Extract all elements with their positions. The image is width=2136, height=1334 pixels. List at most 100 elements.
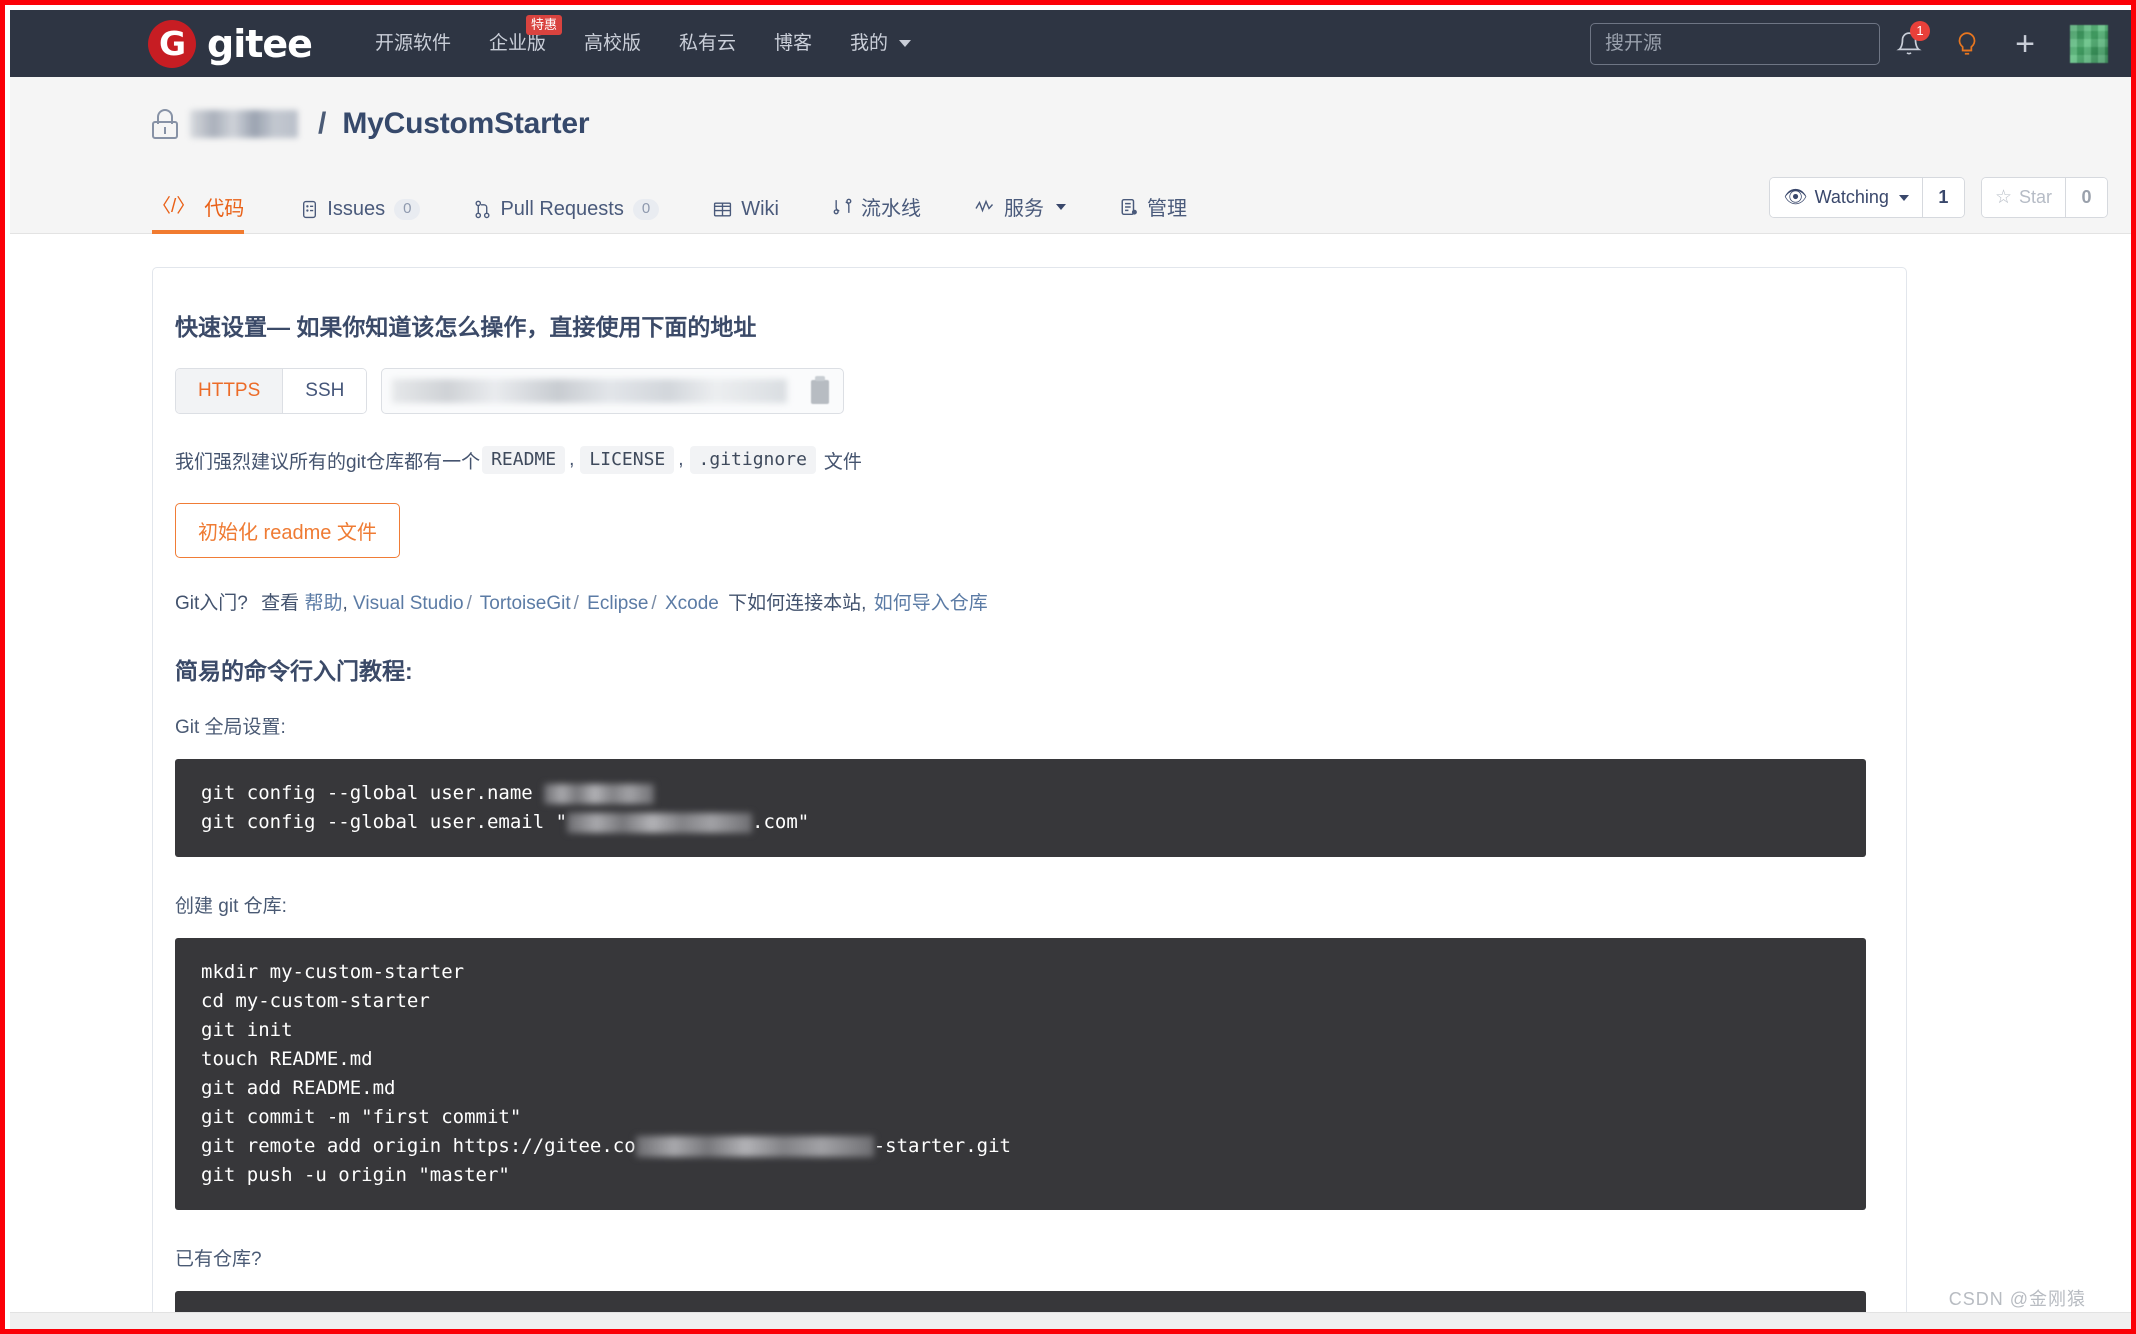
quick-setup-card: 快速设置— 如果你知道该怎么操作，直接使用下面的地址 HTTPS SSH 我们强… [152,267,1907,1329]
git-intro-tail: 下如何连接本站, [728,593,867,614]
eye-icon: 👁 [1783,187,1808,208]
xcode-link[interactable]: Xcode [665,593,719,614]
tortoisegit-link[interactable]: TortoiseGit [480,593,571,614]
star-count[interactable]: 0 [2065,178,2107,217]
clone-url-row: HTTPS SSH [175,368,1866,414]
nav-link-opensource[interactable]: 开源软件 [356,10,470,77]
notification-count-badge: 1 [1910,21,1930,41]
breadcrumb: / MyCustomStarter [10,107,2131,141]
top-navigation-right: 1 + [1590,10,2108,77]
gitee-logo-mark: G [148,19,196,68]
tab-code[interactable]: 〈/〉 代码 [152,192,274,234]
comma-separator: , [678,449,684,470]
code-block-global-config[interactable]: git config --global user.name git config… [175,759,1866,857]
tab-label: 流水线 [860,198,921,220]
clone-url-redacted [392,379,788,403]
comma-separator: , [569,449,575,470]
suggestion-button[interactable] [1938,10,1996,77]
protocol-https-button[interactable]: HTTPS [176,369,283,413]
help-link[interactable]: 帮助 [304,593,342,614]
tab-pull-requests-count: 0 [632,198,660,221]
file-chip-readme[interactable]: README [482,446,566,474]
comma-separator: , [342,593,348,614]
code-line: touch README.md [201,1048,373,1070]
eclipse-link[interactable]: Eclipse [587,593,648,614]
nav-link-label: 博客 [774,33,813,54]
watch-button-group: 👁 Watching 1 [1769,177,1965,218]
gitee-logo-text: gitee [207,21,313,66]
code-line: cd my-custom-starter [201,990,430,1012]
recommend-suffix: 文件 [823,451,862,473]
redacted-repo-path [635,1136,874,1157]
watch-button[interactable]: 👁 Watching [1770,178,1922,217]
clone-url-field[interactable] [381,368,845,414]
nav-link-enterprise[interactable]: 企业版 特惠 [470,10,565,77]
repository-tabs: 〈/〉 代码 Issues 0 Pull Requests 0 Wiki 流水线… [152,192,1214,234]
nav-link-private-cloud[interactable]: 私有云 [660,10,755,77]
book-icon [713,201,732,218]
create-new-button[interactable]: + [1996,10,2054,77]
issue-icon [301,200,318,219]
init-readme-button[interactable]: 初始化 readme 文件 [175,503,400,558]
visual-studio-link[interactable]: Visual Studio [353,593,464,614]
file-chip-license[interactable]: LICENSE [580,446,675,474]
tab-issues-count: 0 [394,198,421,221]
browser-page: G gitee 开源软件 企业版 特惠 高校版 私有云 博客 我的 搜开源 1 … [10,10,2131,1329]
settings-icon [1120,198,1138,216]
tab-label: Pull Requests [500,198,624,220]
plus-icon: + [2015,24,2035,63]
protocol-ssh-button[interactable]: SSH [282,369,367,413]
horizontal-scrollbar[interactable] [10,1312,2131,1329]
watch-count[interactable]: 1 [1921,178,1964,217]
tab-label: 代码 [204,198,245,220]
tab-label: 服务 [1003,198,1044,220]
nav-link-mine[interactable]: 我的 [831,10,930,77]
git-intro-view: 查看 [261,593,300,614]
code-line: git config --global user.email " [201,811,568,833]
gitee-logo[interactable]: G gitee [148,19,313,68]
top-navigation-bar: G gitee 开源软件 企业版 特惠 高校版 私有云 博客 我的 搜开源 1 … [10,10,2131,77]
copy-icon[interactable] [811,376,830,404]
star-button-label: Star [2018,187,2052,207]
redacted-username [544,783,655,804]
search-input[interactable] [1590,22,1880,65]
code-block-create-repo[interactable]: mkdir my-custom-starter cd my-custom-sta… [175,938,1866,1210]
tutorial-label-global-config: Git 全局设置: [175,717,286,738]
tab-pipeline[interactable]: 流水线 [806,192,948,233]
lock-icon [152,109,178,139]
repository-actions: 👁 Watching 1 ☆ Star 0 [1769,177,2108,218]
code-line: git commit -m "first commit" [201,1106,522,1128]
page-title: MyCustomStarter [342,107,590,140]
redacted-email [567,812,753,833]
lightbulb-icon [1958,31,1976,55]
screenshot-frame: G gitee 开源软件 企业版 特惠 高校版 私有云 博客 我的 搜开源 1 … [0,0,2136,1334]
repository-owner-redacted[interactable] [190,110,298,138]
nav-link-blog[interactable]: 博客 [755,10,831,77]
enterprise-promo-badge: 特惠 [525,15,562,35]
tab-pull-requests[interactable]: Pull Requests 0 [447,198,686,233]
code-icon: 〈/〉 [152,196,196,217]
tab-services[interactable]: 服务 [948,192,1093,233]
code-line: git push -u origin "master" [201,1164,510,1186]
nav-link-label: 私有云 [678,33,736,54]
tab-wiki[interactable]: Wiki [686,198,806,233]
notifications-button[interactable]: 1 [1880,10,1938,77]
nav-link-label: 我的 [850,33,889,54]
avatar[interactable] [2070,24,2108,63]
tab-issues[interactable]: Issues 0 [274,198,447,233]
file-chip-gitignore[interactable]: .gitignore [689,446,816,474]
star-button-group: ☆ Star 0 [1980,177,2108,218]
watch-button-label: Watching [1814,187,1889,207]
code-line: git add README.md [201,1077,396,1099]
tab-manage[interactable]: 管理 [1093,192,1214,233]
code-line: mkdir my-custom-starter [201,961,465,983]
import-repo-link[interactable]: 如何导入仓库 [874,593,988,614]
code-line: git init [201,1019,293,1041]
star-button[interactable]: ☆ Star [1981,178,2065,217]
tutorial-label-create-repo: 创建 git 仓库: [175,896,287,917]
service-icon [975,198,995,215]
repository-header: / MyCustomStarter 👁 Watching 1 ☆ Star 0 [10,77,2131,234]
tab-label: 管理 [1146,198,1187,220]
nav-link-campus[interactable]: 高校版 [565,10,660,77]
nav-link-label: 开源软件 [374,33,451,54]
